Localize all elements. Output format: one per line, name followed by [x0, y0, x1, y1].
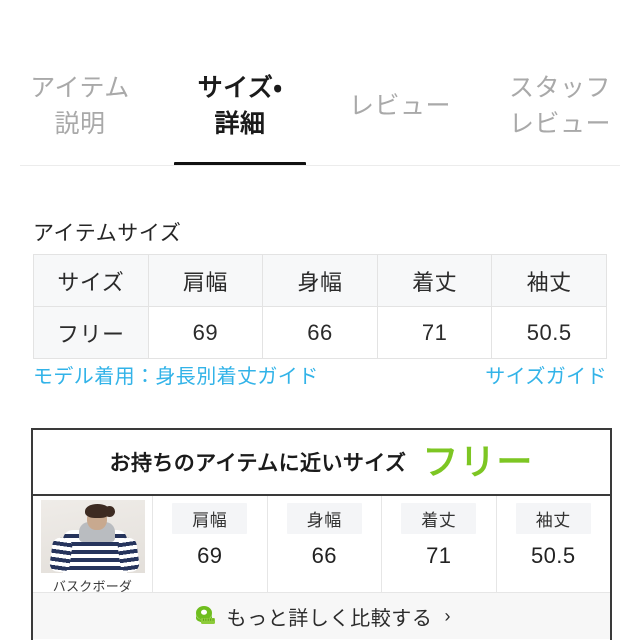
measure-column-shoulder: 肩幅 69: [153, 496, 268, 592]
tab-review[interactable]: レビュー: [320, 62, 480, 166]
column-header-chest: 身幅: [262, 254, 378, 307]
measure-value: 66: [311, 543, 337, 568]
measure-label: 肩幅: [172, 503, 248, 534]
tab-staff-review[interactable]: スタッフ レビュー: [480, 62, 640, 166]
column-header-length: 着丈: [376, 254, 493, 307]
tab-item-description[interactable]: アイテム 説明: [0, 62, 160, 166]
compare-card-header: お持ちのアイテムに近いサイズ フリー: [33, 430, 610, 496]
tab-label-line: サイズ・: [197, 74, 283, 102]
product-size-detail-page: アイテム 説明 サイズ・ 詳細 レビュー スタッフ レビュー アイテムサイズ サ…: [0, 0, 640, 640]
cell-sleeve: 50.5: [491, 306, 607, 359]
item-size-heading: アイテムサイズ: [33, 222, 182, 245]
measure-column-sleeve: 袖丈 50.5: [497, 496, 611, 592]
compare-card-matched-size: フリー: [422, 441, 534, 482]
compare-more-details-label: もっと詳しく比較する: [226, 607, 433, 630]
compare-more-details-button[interactable]: もっと詳しく比較する ›: [33, 592, 610, 639]
tab-label-line: レビュー: [508, 110, 611, 138]
item-size-table: サイズ 肩幅 身幅 着丈 袖丈 フリー 69 66 71 50.5: [33, 254, 607, 359]
compared-item-thumbnail-cell[interactable]: バスクボーダ: [33, 496, 153, 592]
tab-label-line: レビュー: [348, 92, 451, 120]
measure-value: 50.5: [531, 543, 576, 568]
column-header-sleeve: 袖丈: [491, 254, 607, 307]
measure-value: 71: [426, 543, 452, 568]
measure-label: 袖丈: [515, 503, 591, 534]
measure-label: 着丈: [401, 503, 477, 534]
tab-bar-divider: [20, 165, 620, 166]
compare-card-body: バスクボーダ 肩幅 69 身幅 66 着丈 71 袖丈 50.5: [33, 496, 610, 592]
closest-size-compare-card: お持ちのアイテムに近いサイズ フリー バスクボーダ 肩幅 69 身幅 66 着丈…: [31, 428, 612, 640]
chevron-right-icon: ›: [444, 605, 451, 626]
table-header-row: サイズ 肩幅 身幅 着丈 袖丈: [33, 254, 607, 307]
cell-chest: 66: [262, 306, 378, 359]
column-header-shoulder: 肩幅: [147, 254, 264, 307]
compare-measure-grid: 肩幅 69 身幅 66 着丈 71 袖丈 50.5: [153, 496, 610, 592]
measure-column-chest: 身幅 66: [268, 496, 382, 592]
compared-item-caption: バスクボーダ: [52, 578, 133, 592]
cell-size-name: フリー: [33, 306, 149, 359]
tab-size-detail[interactable]: サイズ・ 詳細: [160, 62, 320, 166]
tab-label-line: アイテム: [30, 74, 130, 102]
tab-bar: アイテム 説明 サイズ・ 詳細 レビュー スタッフ レビュー: [0, 62, 640, 166]
tab-label-line: スタッフ: [508, 74, 611, 102]
model-length-guide-link[interactable]: モデル着用：身長別着丈ガイド: [33, 364, 319, 390]
compare-card-heading-text: お持ちのアイテムに近いサイズ: [109, 452, 407, 475]
measuring-tape-icon: [195, 606, 215, 624]
compared-item-image: [40, 500, 145, 573]
column-header-size: サイズ: [33, 254, 149, 307]
guide-links-row: モデル着用：身長別着丈ガイド サイズガイド: [33, 364, 607, 390]
measure-column-length: 着丈 71: [382, 496, 497, 592]
cell-length: 71: [376, 306, 493, 359]
measure-label: 身幅: [286, 503, 362, 534]
measure-value: 69: [197, 543, 223, 568]
cell-shoulder: 69: [147, 306, 264, 359]
tab-list: アイテム 説明 サイズ・ 詳細 レビュー スタッフ レビュー: [0, 62, 640, 166]
size-guide-link[interactable]: サイズガイド: [485, 364, 607, 390]
tab-label-line: 詳細: [214, 110, 266, 138]
table-row: フリー 69 66 71 50.5: [33, 306, 607, 359]
tab-label-line: 説明: [54, 110, 106, 138]
